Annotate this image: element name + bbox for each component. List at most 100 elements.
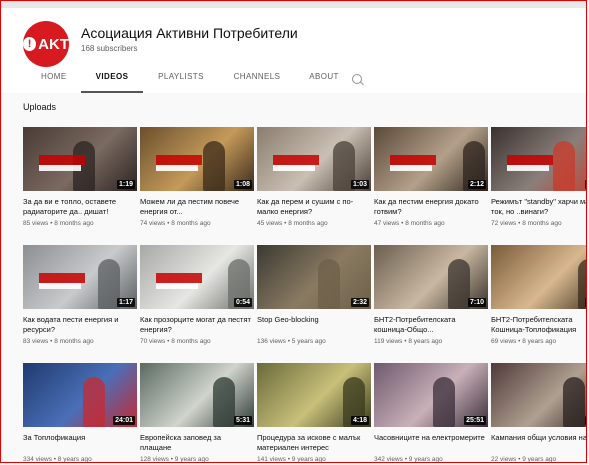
video-title[interactable]: БНТ2-Потребителската Кошница-Топлофикаци… [491,315,586,335]
video-age: 8 months ago [54,338,94,345]
video-views: 70 views [140,338,166,345]
alert-icon: ! [23,37,37,51]
video-thumbnail[interactable]: 1:19 [23,127,137,191]
video-thumbnail[interactable]: 7:10 [374,245,488,309]
video-card[interactable]: 1:03 Как да перем и сушим с по-малко енер… [257,127,371,227]
video-meta: 334 views • 8 years ago [23,456,137,463]
video-views: 69 views [491,338,517,345]
video-views: 47 views [374,220,400,227]
video-card[interactable]: 1:19 За да ви е топло, оставете радиатори… [23,127,137,227]
video-age: 9 years ago [522,456,557,463]
video-views: 119 views [374,338,403,345]
video-age: 8 years ago [57,456,92,463]
video-card[interactable]: 7:10 БНТ2-Потребителската кошница-Общо...… [374,245,488,345]
video-card[interactable]: 2:12 Как да пестим енергия докато готвим?… [374,127,488,227]
video-thumbnail[interactable]: 5:31 [140,363,254,427]
video-views: 45 views [257,220,283,227]
video-card[interactable]: 2:32 Stop Geo-blocking 136 views • 5 years… [257,245,371,345]
video-card[interactable]: 1:17 Как водата пести енергия и ресурси? 8… [23,245,137,345]
video-duration: 1:03 [350,180,369,189]
thumbnail-caption-bar [390,165,432,171]
video-duration: 7:10 [467,298,486,307]
video-duration: 5:31 [233,416,252,425]
video-thumbnail[interactable]: 25:51 [374,363,488,427]
video-age: 9 years ago [291,456,326,463]
video-card[interactable]: 6:00 БНТ2-Потребителската Кошница-Топлофи… [491,245,586,345]
thumbnail-caption-bar [39,283,81,289]
video-card[interactable]: 5:31 Европейска заповед за плащане 128 vie… [140,363,254,463]
video-title[interactable]: Процедура за искове с малък материален и… [257,433,371,453]
channel-avatar[interactable]: ! AKT [23,21,69,67]
channel-header: ! AKT Асоциация Активни Потребители 168 … [1,8,586,93]
video-duration: 2:12 [467,180,486,189]
video-duration: 5:28 [584,416,586,425]
thumbnail-figure [83,377,105,427]
video-title[interactable]: Режимът "standby" харчи малко ток, но ..… [491,197,586,217]
video-title[interactable]: Как да пестим енергия докато готвим? [374,197,488,217]
video-views: 334 views [23,456,52,463]
thumbnail-caption-bar [39,155,85,165]
thumbnail-figure [213,377,235,427]
thumbnail-figure [203,141,225,191]
video-thumbnail[interactable]: 2:32 [257,245,371,309]
video-meta: 342 views • 9 years ago [374,456,488,463]
video-thumbnail[interactable]: 0:54 [140,245,254,309]
thumbnail-caption-bar [507,155,553,165]
video-title[interactable]: Stop Geo-blocking [257,315,371,335]
video-title[interactable]: БНТ2-Потребителската кошница-Общо... [374,315,488,335]
video-views: 136 views [257,338,286,345]
video-views: 141 views [257,456,286,463]
video-thumbnail[interactable]: 1:18 [491,127,586,191]
video-views: 72 views [491,220,517,227]
thumbnail-caption-bar [273,155,319,165]
search-icon[interactable] [352,74,362,84]
thumbnail-caption-bar [156,155,202,165]
video-card[interactable]: 0:54 Как прозорците могат да пестят енерг… [140,245,254,345]
video-thumbnail[interactable]: 4:18 [257,363,371,427]
video-thumbnail[interactable]: 6:00 [491,245,586,309]
video-thumbnail[interactable]: 2:12 [374,127,488,191]
video-card[interactable]: 24:01 За Топлофикация 334 views • 8 years … [23,363,137,463]
video-meta: 45 views • 8 months ago [257,220,371,227]
video-title[interactable]: За Топлофикация [23,433,137,453]
video-card[interactable]: 1:18 Режимът "standby" харчи малко ток, н… [491,127,586,227]
video-views: 74 views [140,220,166,227]
video-title[interactable]: Можем ли да пестим повече енергия от... [140,197,254,217]
thumbnail-caption-bar [39,165,81,171]
video-title[interactable]: Как водата пести енергия и ресурси? [23,315,137,335]
top-strip [1,1,586,8]
video-card[interactable]: 4:18 Процедура за искове с малък материал… [257,363,371,463]
video-title[interactable]: Европейска заповед за плащане [140,433,254,453]
page-frame: ! AKT Асоциация Активни Потребители 168 … [0,0,587,463]
video-thumbnail[interactable]: 5:28 [491,363,586,427]
thumbnail-figure [553,141,575,191]
thumbnail-figure [433,377,455,427]
video-views: 85 views [23,220,49,227]
video-title[interactable]: Часовниците на електромерите [374,433,488,453]
video-title[interactable]: Кампания общи условия на ЕРП [491,433,586,453]
video-age: 8 years ago [522,338,557,345]
video-meta: 141 views • 9 years ago [257,456,371,463]
video-card[interactable]: 1:08 Можем ли да пестим повече енергия от… [140,127,254,227]
channel-title[interactable]: Асоциация Активни Потребители [81,25,298,41]
video-title[interactable]: Как да перем и сушим с по-малко енергия? [257,197,371,217]
thumbnail-figure [563,377,585,427]
video-views: 342 views [374,456,403,463]
video-thumbnail[interactable]: 1:08 [140,127,254,191]
video-age: 5 years ago [291,338,326,345]
video-age: 8 months ago [54,220,94,227]
video-age: 8 months ago [171,338,211,345]
video-meta: 136 views • 5 years ago [257,338,371,345]
video-title[interactable]: Как прозорците могат да пестят енергия? [140,315,254,335]
video-age: 9 years ago [174,456,209,463]
thumbnail-caption-bar [156,273,202,283]
video-thumbnail[interactable]: 24:01 [23,363,137,427]
video-card[interactable]: 5:28 Кампания общи условия на ЕРП 22 views… [491,363,586,463]
video-meta: 69 views • 8 years ago [491,338,586,345]
video-thumbnail[interactable]: 1:17 [23,245,137,309]
video-card[interactable]: 25:51 Часовниците на електромерите 342 vie… [374,363,488,463]
video-views: 22 views [491,456,517,463]
video-thumbnail[interactable]: 1:03 [257,127,371,191]
video-duration: 1:18 [584,180,586,189]
video-title[interactable]: За да ви е топло, оставете радиаторите д… [23,197,137,217]
